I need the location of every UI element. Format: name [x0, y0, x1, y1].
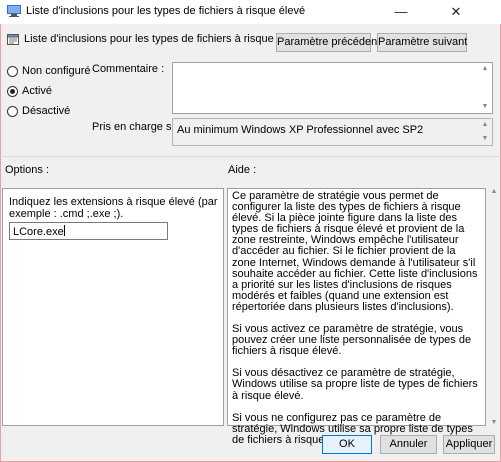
scroll-up-icon[interactable]: ▲ — [480, 65, 490, 73]
radio-enabled[interactable]: Activé — [7, 84, 52, 98]
help-paragraph: Si vous désactivez ce paramètre de strat… — [232, 367, 478, 402]
next-setting-button[interactable]: Paramètre suivant — [377, 33, 467, 52]
help-panel[interactable]: Ce paramètre de stratégie vous permet de… — [227, 188, 486, 445]
options-panel: Indiquez les extensions à risque élevé (… — [2, 188, 224, 426]
help-text: Ce paramètre de stratégie vous permet de… — [232, 190, 482, 457]
supported-on-field: Au minimum Windows XP Professionnel avec… — [172, 118, 493, 146]
help-paragraph: Ce paramètre de stratégie vous permet de… — [232, 190, 478, 313]
extensions-input[interactable]: LCore.exe — [9, 222, 168, 240]
help-label: Aide : — [228, 164, 257, 176]
ok-button[interactable]: OK — [322, 435, 372, 454]
radio-label: Désactivé — [22, 105, 71, 117]
radio-disabled[interactable]: Désactivé — [7, 104, 70, 118]
policy-window-icon — [7, 5, 21, 17]
supported-on-value: Au minimum Windows XP Professionnel avec… — [177, 124, 424, 136]
scroll-down-icon[interactable]: ▼ — [480, 135, 490, 143]
scroll-up-icon[interactable]: ▲ — [480, 121, 490, 129]
setting-page-icon — [7, 34, 19, 45]
title-bar[interactable]: Liste d'inclusions pour les types de fic… — [0, 0, 501, 24]
radio-button[interactable] — [7, 65, 18, 77]
radio-label: Activé — [22, 85, 52, 97]
radio-not-configured[interactable]: Non configuré — [7, 64, 91, 78]
section-divider — [0, 156, 501, 157]
extensions-description: Indiquez les extensions à risque élevé (… — [9, 196, 218, 220]
dialog-scrollbar[interactable]: ▲ ▼ — [489, 188, 499, 426]
radio-button[interactable] — [7, 105, 18, 117]
extensions-input-value: LCore.exe — [13, 226, 64, 238]
previous-setting-button[interactable]: Paramètre précédent — [276, 33, 380, 52]
minimize-button[interactable]: — — [384, 0, 418, 24]
help-paragraph: Si vous activez ce paramètre de stratégi… — [232, 323, 472, 358]
apply-button[interactable]: Appliquer — [443, 435, 495, 454]
comment-label: Commentaire : — [92, 63, 165, 75]
comment-textarea[interactable]: ▲ ▼ — [172, 62, 493, 114]
close-button[interactable]: ✕ — [439, 0, 473, 24]
text-caret — [63, 225, 65, 236]
radio-label: Non configuré — [22, 65, 91, 77]
cancel-button[interactable]: Annuler — [380, 435, 437, 454]
scroll-down-icon[interactable]: ▼ — [489, 419, 499, 426]
scroll-down-icon[interactable]: ▼ — [480, 103, 490, 111]
options-label: Options : — [5, 164, 50, 176]
window-title: Liste d'inclusions pour les types de fic… — [26, 5, 306, 17]
scroll-up-icon[interactable]: ▲ — [489, 188, 499, 195]
radio-button[interactable] — [7, 85, 18, 97]
setting-title: Liste d'inclusions pour les types de fic… — [24, 33, 304, 45]
